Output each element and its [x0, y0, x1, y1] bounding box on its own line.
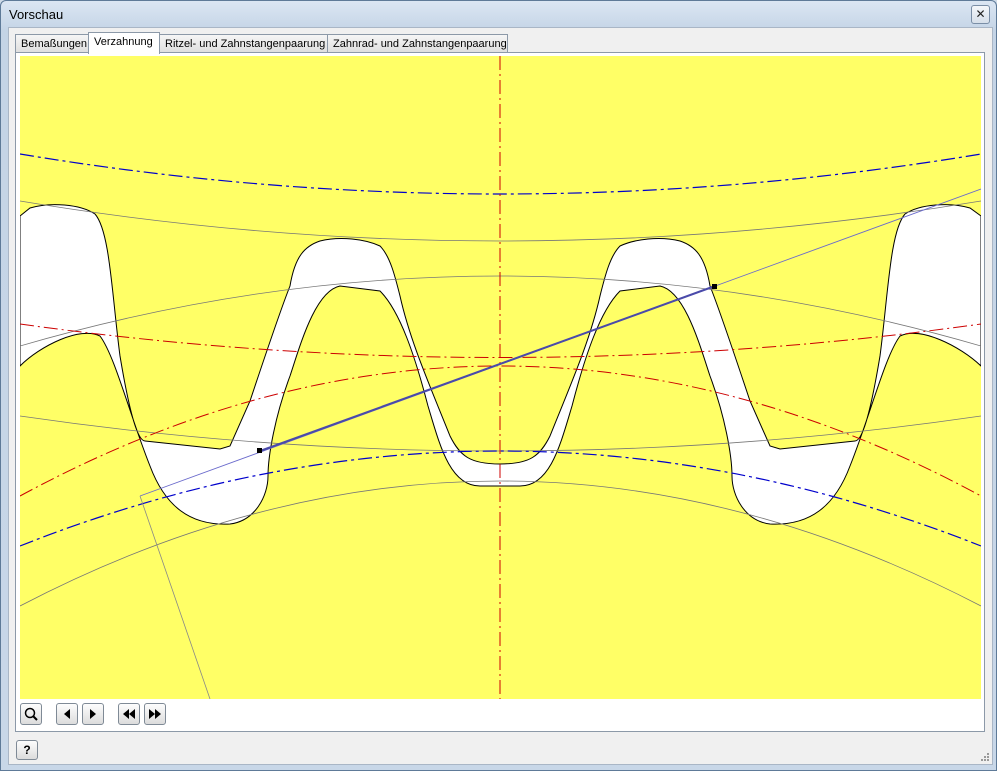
- window-title: Vorschau: [9, 7, 64, 22]
- close-icon: ✕: [975, 7, 986, 21]
- double-arrow-right-icon: [149, 709, 161, 719]
- title-bar[interactable]: Vorschau ✕: [1, 1, 996, 29]
- dialog-client-area: Bemaßungen Verzahnung Ritzel- und Zahnst…: [8, 27, 993, 765]
- arrow-right-icon: [90, 709, 96, 719]
- previous-button[interactable]: [56, 703, 78, 725]
- tab-bemassungen[interactable]: Bemaßungen: [15, 34, 89, 53]
- tab-ritzel-zahnstangenpaarung[interactable]: Ritzel- und Zahnstangenpaarung: [159, 34, 328, 53]
- last-button[interactable]: [144, 703, 166, 725]
- tab-zahnrad-zahnstangenpaarung[interactable]: Zahnrad- und Zahnstangenpaarung: [327, 34, 508, 53]
- zoom-icon: [24, 707, 38, 721]
- preview-window: Vorschau ✕ Bemaßungen Verzahnung Ritzel-…: [0, 0, 997, 771]
- tab-verzahnung[interactable]: Verzahnung: [88, 32, 160, 54]
- arrow-left-icon: [64, 709, 70, 719]
- zoom-button[interactable]: [20, 703, 42, 725]
- close-button[interactable]: ✕: [971, 5, 990, 24]
- tab-panel-verzahnung: [15, 52, 985, 732]
- double-arrow-left-icon: [123, 709, 135, 719]
- next-button[interactable]: [82, 703, 104, 725]
- resize-grip-icon[interactable]: [980, 752, 990, 762]
- help-button[interactable]: ?: [16, 740, 38, 760]
- gear-preview-canvas[interactable]: [20, 56, 981, 699]
- first-button[interactable]: [118, 703, 140, 725]
